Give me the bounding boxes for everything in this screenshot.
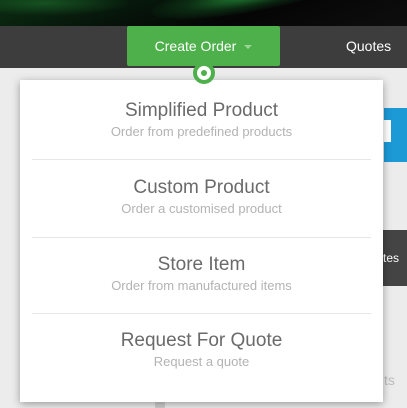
nav-item-quotes[interactable]: Quotes: [346, 26, 391, 66]
menu-item-subtitle: Order a customised product: [121, 201, 282, 216]
menu-item-simplified-product[interactable]: Simplified Product Order from predefined…: [32, 100, 371, 140]
divider: [32, 313, 371, 314]
dropdown-pointer-icon: [193, 62, 215, 84]
menu-item-title: Store Item: [157, 254, 246, 275]
banner-decoration: [0, 0, 130, 16]
background-input: [383, 120, 391, 142]
menu-item-custom-product[interactable]: Custom Product Order a customised produc…: [32, 177, 371, 217]
banner-decoration: [148, 0, 352, 26]
menu-item-title: Request For Quote: [120, 330, 283, 351]
menu-item-title: Custom Product: [133, 177, 270, 198]
create-order-label: Create Order: [154, 38, 237, 54]
create-order-button[interactable]: Create Order: [127, 26, 280, 66]
chevron-down-icon: [244, 45, 253, 49]
menu-item-store-item[interactable]: Store Item Order from manufactured items: [32, 254, 371, 294]
menu-item-subtitle: Order from predefined products: [110, 124, 293, 139]
menu-item-request-for-quote[interactable]: Request For Quote Request a quote: [32, 330, 371, 370]
top-banner: [0, 0, 407, 26]
menu-item-subtitle: Order from manufactured items: [111, 278, 292, 293]
divider: [32, 237, 371, 238]
create-order-dropdown: Simplified Product Order from predefined…: [20, 80, 383, 402]
background-button-label: tes: [383, 251, 400, 265]
background-text: ts: [384, 372, 395, 388]
background-button: tes: [383, 230, 407, 286]
menu-item-title: Simplified Product: [124, 100, 279, 121]
menu-item-subtitle: Request a quote: [153, 354, 250, 369]
divider: [32, 159, 371, 160]
